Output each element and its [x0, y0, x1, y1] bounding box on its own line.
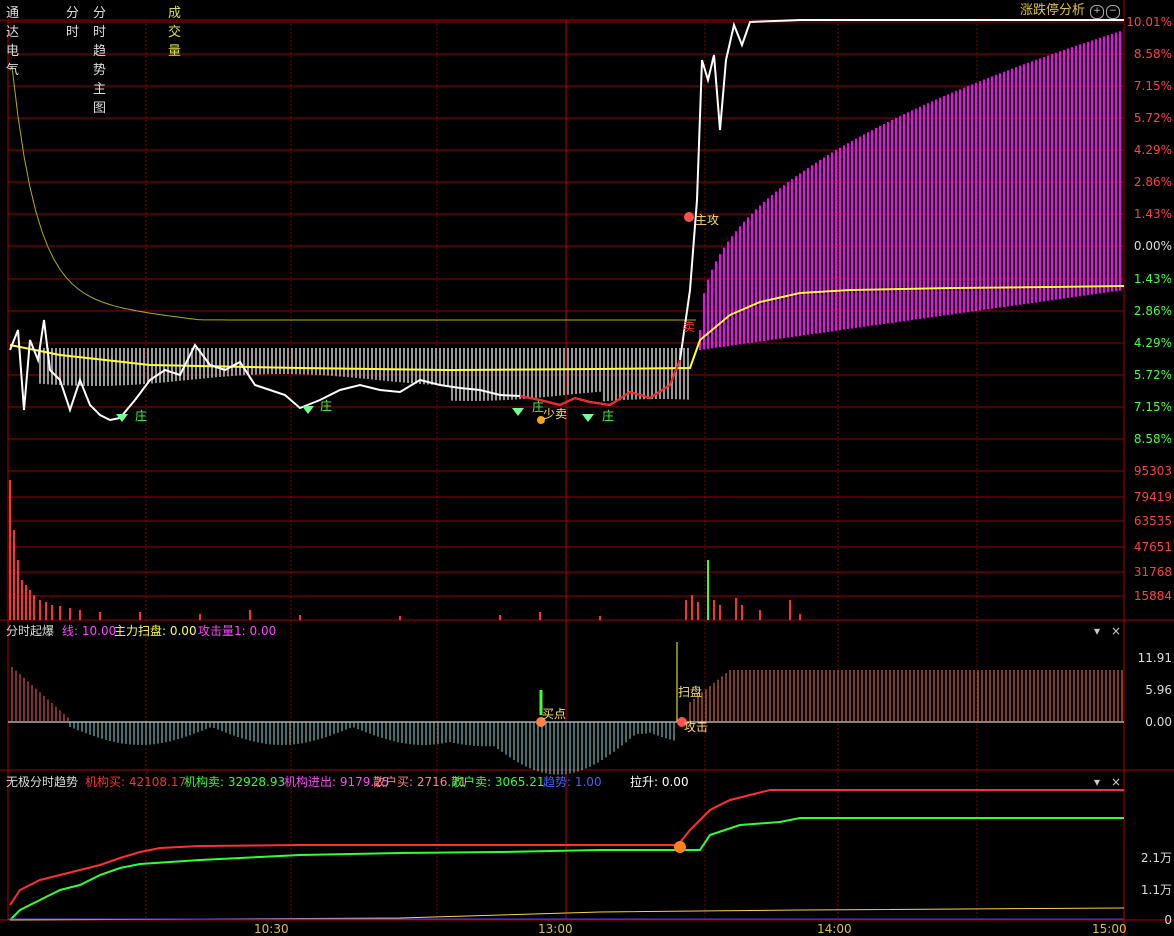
panel2-attack: 攻击量1: 0.00: [198, 624, 277, 638]
zhuang-signal-1: 庄: [135, 409, 148, 423]
volume-tick: 79419: [1133, 490, 1172, 504]
panel2-sweep: 主力扫盘: 0.00: [114, 624, 197, 638]
price-tick: 4.29%: [1133, 336, 1172, 350]
zoom-in-icon[interactable]: +: [1090, 5, 1104, 19]
panel2-tick: 0.00: [1145, 715, 1172, 729]
price-tick: 8.58%: [1133, 432, 1172, 446]
volume-label[interactable]: 成交量: [168, 2, 181, 59]
panel2-title[interactable]: 分时起爆: [6, 624, 54, 638]
pull-up-icon: [674, 841, 686, 853]
panel2-tick: 5.96: [1145, 683, 1172, 697]
panel3-tick: 2.1万: [1140, 851, 1172, 865]
panel2-collapse-icon[interactable]: ▾: [1094, 624, 1100, 638]
price-tick: 10.01%: [1126, 15, 1172, 29]
volume-tick: 15884: [1133, 589, 1172, 603]
time-tick: 14:00: [817, 922, 852, 936]
inst-buy-line: [9, 789, 1124, 906]
panel3-inst-buy: 机构买: 42108.17: [85, 775, 187, 789]
zhuang-signal-4: 庄: [602, 409, 615, 423]
price-tick: 8.58%: [1133, 47, 1172, 61]
limit-analysis-button[interactable]: 涨跌停分析: [1020, 4, 1085, 18]
sweep-mark: 扫盘: [678, 685, 703, 699]
zhuang-signal-2: 庄: [320, 399, 333, 413]
panel3-close-icon[interactable]: ×: [1111, 775, 1121, 789]
view-label[interactable]: 分时: [66, 2, 79, 40]
price-tick: 5.72%: [1133, 368, 1172, 382]
price-tick: 2.86%: [1133, 175, 1172, 189]
price-tick: 1.43%: [1133, 207, 1172, 221]
attack-ball-icon: [684, 212, 694, 222]
avg-decay-line: [9, 65, 696, 321]
volume-tick: 31768: [1133, 565, 1172, 579]
time-tick: 13:00: [538, 922, 573, 936]
few-sell-signal: 少卖: [543, 407, 568, 421]
intraday-chart[interactable]: [0, 0, 1174, 936]
sell-signal: 卖: [683, 320, 696, 334]
main-attack-signal: 主攻: [695, 213, 720, 227]
attack-mark: 攻击: [684, 720, 709, 734]
buy-point-mark: 买点: [542, 707, 567, 721]
inst-sell-line: [9, 817, 1124, 921]
time-tick: 10:30: [254, 922, 289, 936]
time-tick: 15:00: [1092, 922, 1127, 936]
volume-tick: 63535: [1133, 514, 1172, 528]
price-tick: 4.29%: [1133, 143, 1172, 157]
price-tick: 1.43%: [1133, 272, 1172, 286]
price-tick: 5.72%: [1133, 111, 1172, 125]
retail-line: [9, 907, 1125, 921]
panel2-line: 线: 10.00: [62, 624, 117, 638]
panel3-tick: 1.1万: [1140, 883, 1172, 897]
panel3-collapse-icon[interactable]: ▾: [1094, 775, 1100, 789]
volume-tick: 47651: [1133, 540, 1172, 554]
panel3-pull: 拉升: 0.00: [630, 775, 689, 789]
price-tick: 0.00%: [1133, 239, 1172, 253]
panel2-tick: 11.91: [1137, 651, 1172, 665]
panel3-trend: 趋势: 1.00: [543, 775, 602, 789]
main-chart-label[interactable]: 分时趋势主图: [93, 2, 106, 116]
price-tick: 7.15%: [1133, 400, 1172, 414]
panel3-title[interactable]: 无极分时趋势: [6, 775, 78, 789]
panel3-inst-sell: 机构卖: 32928.93: [184, 775, 286, 789]
price-tick: 2.86%: [1133, 304, 1172, 318]
volume-tick: 95303: [1133, 464, 1172, 478]
diamond-icon: [512, 408, 524, 416]
panel2-close-icon[interactable]: ×: [1111, 624, 1121, 638]
panel3-retail-sell: 散户卖: 3065.21: [451, 775, 545, 789]
diamond-icon: [302, 406, 314, 414]
stock-name[interactable]: 通达电气: [6, 2, 19, 78]
price-tick: 7.15%: [1133, 79, 1172, 93]
diamond-icon: [582, 414, 594, 422]
